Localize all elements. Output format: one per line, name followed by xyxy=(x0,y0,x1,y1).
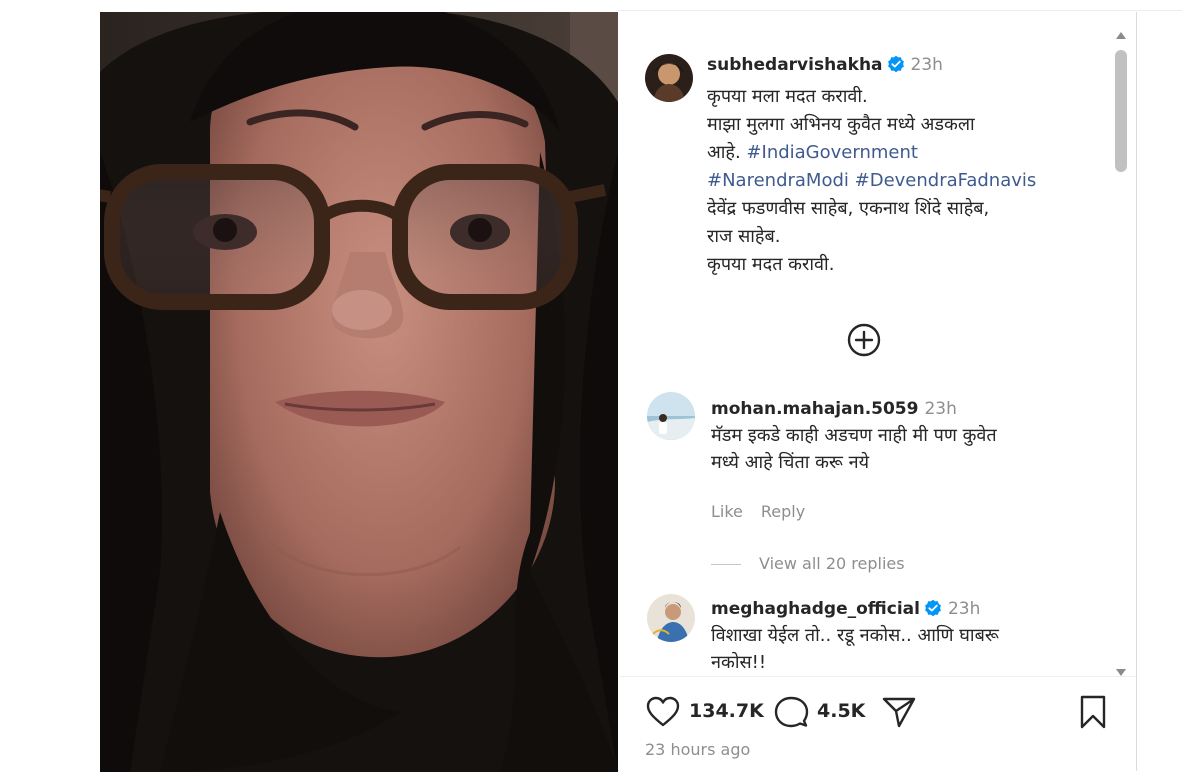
commenter-username[interactable]: mohan.mahajan.5059 xyxy=(711,399,918,419)
post-video[interactable] xyxy=(100,12,618,772)
view-replies-button[interactable]: View all 20 replies xyxy=(711,554,905,573)
comment-line: नकोस!! xyxy=(711,652,767,673)
caption-text: कृपया मला मदत करावी. माझा मुलगा अभिनय कु… xyxy=(707,83,1107,279)
post-details-panel: subhedarvishakha 23h कृपया मला मदत करावी.… xyxy=(619,12,1136,772)
caption-line-text: आहे. xyxy=(707,142,741,163)
comment-time[interactable]: 23h xyxy=(948,599,980,619)
hashtag-link[interactable]: #IndiaGovernment xyxy=(746,142,918,163)
hashtag-link[interactable]: #DevendraFadnavis xyxy=(855,170,1037,191)
comment-reply-button[interactable]: Reply xyxy=(761,502,805,521)
commenter-avatar[interactable] xyxy=(647,392,695,440)
footer-divider xyxy=(619,676,1136,677)
video-frame-image xyxy=(100,12,618,772)
comment-like-button[interactable]: Like xyxy=(711,502,743,521)
comment-text: मॅडम इकडे काही अडचण नाही मी पण कुवेत मध्… xyxy=(711,422,1101,476)
plus-circle-icon[interactable] xyxy=(846,322,882,358)
scroll-up-arrow-icon[interactable] xyxy=(1116,32,1126,39)
caption-line: माझा मुलगा अभिनय कुवैत मध्ये अडकला xyxy=(707,114,975,135)
comments-count[interactable]: 4.5K xyxy=(817,700,865,722)
comment-text: विशाखा येईल तो.. रडू नकोस.. आणि घाबरू नक… xyxy=(711,622,1101,676)
commenter-avatar-image xyxy=(647,392,695,440)
caption-line: कृपया मदत करावी. xyxy=(707,254,835,275)
replies-divider xyxy=(711,564,741,565)
comment-header: mohan.mahajan.5059 23h xyxy=(711,398,957,420)
verified-badge-icon xyxy=(924,599,942,617)
comment-line: विशाखा येईल तो.. रडू नकोस.. आणि घाबरू xyxy=(711,625,999,646)
post-timestamp[interactable]: 23 hours ago xyxy=(645,740,750,759)
caption-line: आहे. #IndiaGovernment xyxy=(707,139,1107,167)
comment-header: meghaghadge_official 23h xyxy=(711,598,980,620)
heart-icon[interactable] xyxy=(645,694,681,730)
comments-list[interactable]: subhedarvishakha 23h कृपया मला मदत करावी.… xyxy=(619,32,1114,676)
commenter-username[interactable]: meghaghadge_official xyxy=(711,599,920,619)
view-replies-label: View all 20 replies xyxy=(759,554,905,573)
hashtag-link[interactable]: #NarendraModi xyxy=(707,170,849,191)
top-strip xyxy=(0,0,1200,12)
comments-scrollbar[interactable] xyxy=(1114,32,1128,676)
author-username[interactable]: subhedarvishakha xyxy=(707,55,883,75)
scrollbar-thumb[interactable] xyxy=(1115,50,1127,172)
top-divider xyxy=(618,10,1182,11)
comment-actions: Like Reply xyxy=(711,502,805,521)
caption-header: subhedarvishakha 23h xyxy=(707,54,943,76)
post-action-bar: 134.7K 4.5K xyxy=(645,694,1115,734)
commenter-avatar-image xyxy=(647,594,695,642)
author-avatar[interactable] xyxy=(645,54,693,102)
comment-line: मॅडम इकडे काही अडचण नाही मी पण कुवेत xyxy=(711,425,997,446)
bookmark-icon[interactable] xyxy=(1075,694,1111,730)
author-avatar-image xyxy=(645,54,693,102)
comment-bubble-icon[interactable] xyxy=(773,694,809,730)
caption-line: देवेंद्र फडणवीस साहेब, एकनाथ शिंदे साहेब… xyxy=(707,198,990,219)
send-icon[interactable] xyxy=(881,694,917,730)
commenter-avatar[interactable] xyxy=(647,594,695,642)
caption-time[interactable]: 23h xyxy=(911,55,943,75)
scroll-down-arrow-icon[interactable] xyxy=(1116,669,1126,676)
comment-time[interactable]: 23h xyxy=(924,399,956,419)
comment-line: मध्ये आहे चिंता करू नये xyxy=(711,452,870,473)
caption-line: कृपया मला मदत करावी. xyxy=(707,86,868,107)
caption-line: #NarendraModi #DevendraFadnavis xyxy=(707,167,1107,195)
verified-badge-icon xyxy=(887,55,905,73)
caption-line: राज साहेब. xyxy=(707,226,781,247)
likes-count[interactable]: 134.7K xyxy=(689,700,764,722)
